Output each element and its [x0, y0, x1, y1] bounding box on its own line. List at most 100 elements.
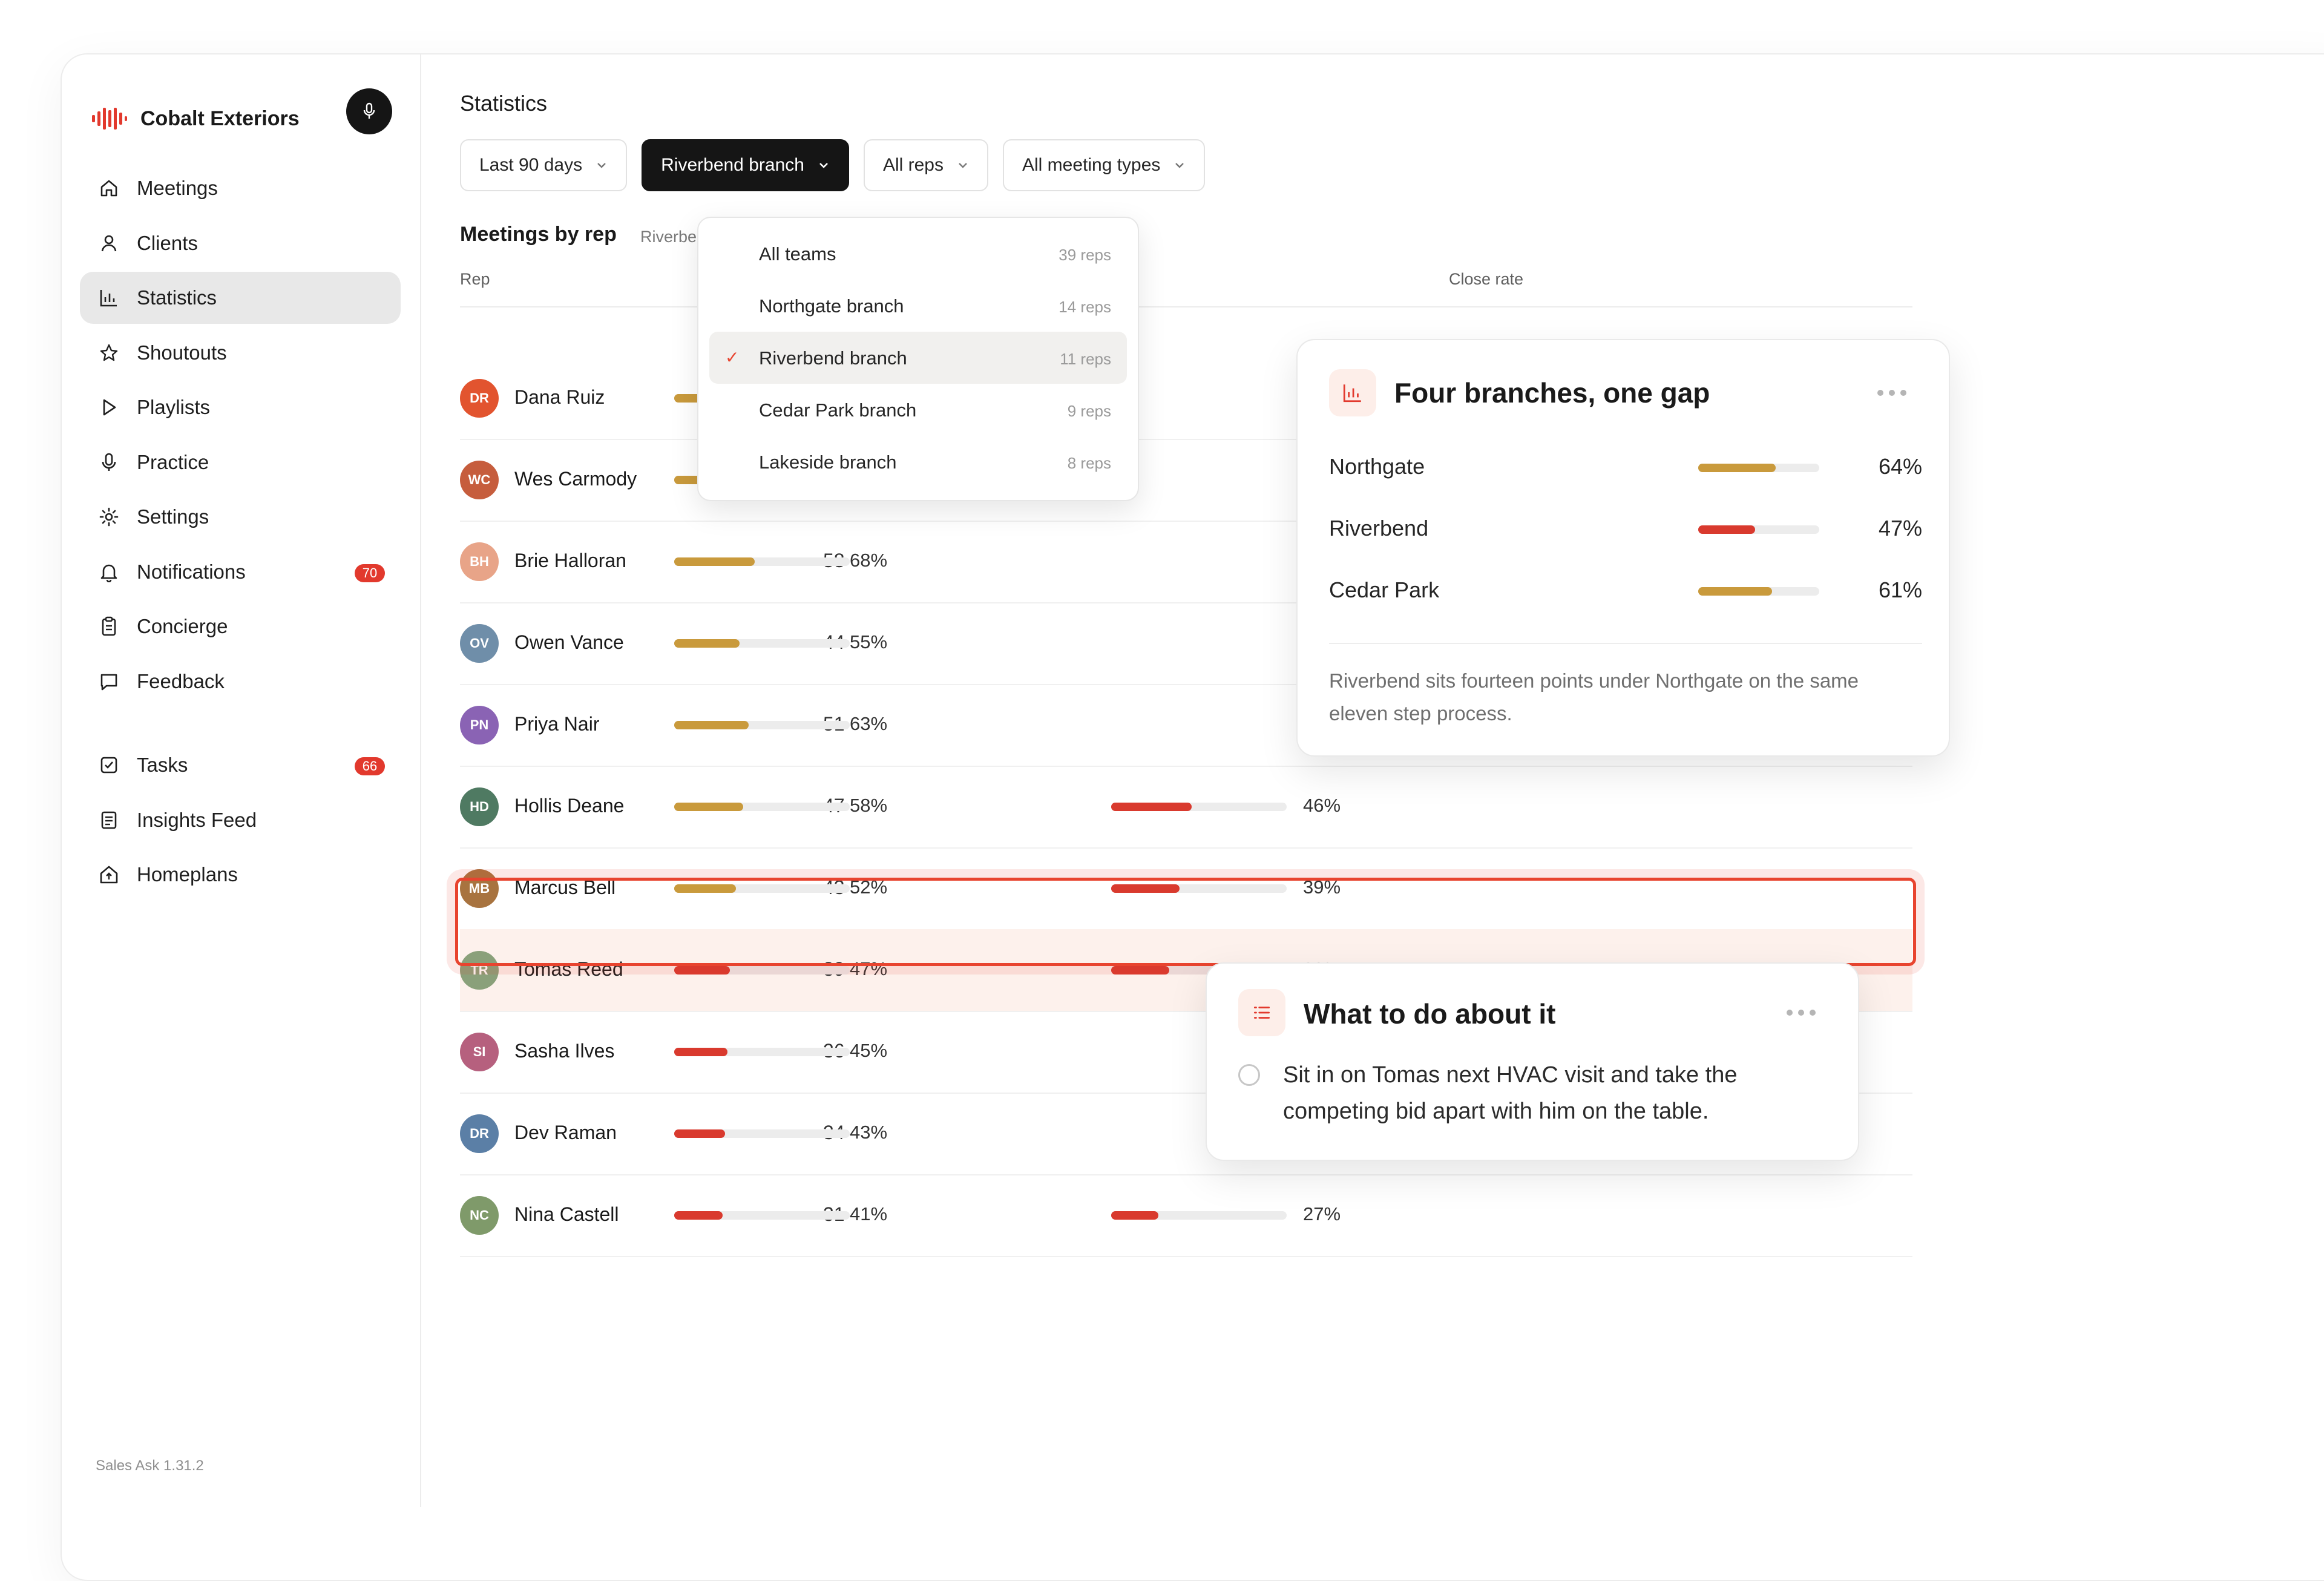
close-bar-fill: [1111, 1211, 1158, 1220]
step-bar-fill: [674, 639, 740, 648]
check-icon: ✓: [725, 348, 740, 367]
sidebar-item-label: Statistics: [137, 286, 217, 309]
step-bar-track: [674, 557, 850, 566]
sidebar-item-label: Meetings: [137, 177, 218, 199]
sidebar-item-label: Shoutouts: [137, 341, 227, 364]
insight-card: Four branches, one gap Northgate 64% Riv…: [1296, 339, 1950, 757]
avatar: NC: [460, 1196, 499, 1235]
branch-filter[interactable]: Riverbend branch: [642, 139, 849, 191]
step-bar-track: [674, 1211, 850, 1220]
branch-row-northgate: Northgate 64%: [1329, 448, 1922, 484]
option-count: 9 reps: [1067, 402, 1111, 420]
close-percent: 27%: [1303, 1203, 1341, 1224]
action-card: What to do about it Sit in on Tomas next…: [1206, 962, 1859, 1161]
step-percent: 43%: [850, 1122, 888, 1143]
dropdown-option-all-teams[interactable]: All teams 39 reps: [709, 228, 1127, 280]
meeting-type-filter[interactable]: All meeting types: [1002, 139, 1206, 191]
step-bar-track: [674, 1129, 850, 1138]
step-bar-fill: [674, 803, 743, 811]
brand[interactable]: Cobalt Exteriors: [91, 94, 300, 143]
option-count: 14 reps: [1059, 298, 1111, 316]
rep-name: Dev Raman: [514, 1122, 617, 1143]
avatar: PN: [460, 706, 499, 744]
dropdown-option-riverbend[interactable]: ✓ Riverbend branch 11 reps: [709, 332, 1127, 384]
notifications-badge: 70: [355, 564, 385, 582]
branch-bar-track: [1698, 587, 1819, 596]
card-divider: [1329, 643, 1922, 644]
step-bar-track: [674, 966, 850, 975]
date-range-filter[interactable]: Last 90 days: [460, 139, 628, 191]
reps-filter[interactable]: All reps: [863, 139, 988, 191]
sidebar-item-shoutouts[interactable]: Shoutouts: [80, 327, 401, 379]
insight-note: Riverbend sits fourteen points under Nor…: [1329, 669, 1859, 725]
sidebar-item-practice[interactable]: Practice: [80, 436, 401, 488]
table-row[interactable]: NCNina Castell3141%27%: [460, 1174, 1912, 1257]
rep-name: Nina Castell: [514, 1203, 619, 1225]
rep-name: Priya Nair: [514, 713, 600, 735]
sidebar-item-label: Feedback: [137, 669, 225, 692]
option-count: 11 reps: [1060, 350, 1111, 368]
checkbox-icon: [98, 754, 120, 776]
dropdown-option-northgate[interactable]: Northgate branch 14 reps: [709, 280, 1127, 332]
step-bar-fill: [674, 1048, 727, 1056]
bell-icon: [98, 561, 120, 583]
dropdown-option-lakeside[interactable]: Lakeside branch 8 reps: [709, 436, 1127, 488]
branch-bar-track: [1698, 464, 1819, 472]
sidebar-item-label: Settings: [137, 505, 209, 528]
list-icon: [1238, 989, 1285, 1036]
sidebar-item-tasks[interactable]: Tasks 66: [80, 739, 401, 791]
close-bar-track: [1111, 1211, 1287, 1220]
sidebar-item-label: Concierge: [137, 615, 228, 637]
sidebar-item-meetings[interactable]: Meetings: [80, 162, 401, 214]
option-label: Cedar Park branch: [759, 399, 917, 421]
sidebar-item-label: Playlists: [137, 396, 211, 418]
clipboard-icon: [98, 616, 120, 637]
more-options-icon[interactable]: [1787, 1010, 1821, 1016]
sidebar-item-feedback[interactable]: Feedback: [80, 656, 401, 708]
column-header-rep: Rep: [460, 270, 490, 288]
branch-bar-fill: [1698, 587, 1772, 596]
sidebar-item-homeplans[interactable]: Homeplans: [80, 849, 401, 901]
document-icon: [98, 809, 120, 831]
branch-row-cedar-park: Cedar Park 61%: [1329, 571, 1922, 608]
sidebar-item-notifications[interactable]: Notifications 70: [80, 546, 401, 598]
sidebar-item-insights-feed[interactable]: Insights Feed: [80, 794, 401, 846]
filter-bar: Last 90 days Riverbend branch All reps A…: [460, 139, 1219, 191]
avatar: WC: [460, 461, 499, 499]
app-window: Cobalt Exteriors Meetings Clients Statis…: [61, 53, 2324, 1581]
avatar: DR: [460, 379, 499, 418]
chevron-down-icon: [959, 163, 967, 168]
microphone-icon: [98, 452, 120, 473]
branch-name: Cedar Park: [1329, 577, 1440, 602]
dropdown-option-cedar-park[interactable]: Cedar Park branch 9 reps: [709, 384, 1127, 436]
brand-name: Cobalt Exteriors: [140, 107, 300, 130]
branch-bar-fill: [1698, 464, 1776, 472]
task-checkbox[interactable]: [1238, 1064, 1260, 1086]
filter-label: Riverbend branch: [661, 155, 804, 175]
nav-divider-space: [80, 710, 401, 739]
sidebar-item-settings[interactable]: Settings: [80, 491, 401, 543]
sidebar-item-concierge[interactable]: Concierge: [80, 600, 401, 652]
page-title: Statistics: [460, 91, 548, 116]
avatar: OV: [460, 624, 499, 663]
sidebar-item-label: Homeplans: [137, 863, 238, 886]
branch-dropdown-menu: All teams 39 reps Northgate branch 14 re…: [697, 217, 1139, 501]
step-bar-fill: [674, 1129, 725, 1138]
sidebar-item-clients[interactable]: Clients: [80, 217, 401, 269]
gear-icon: [98, 506, 120, 528]
step-bar-track: [674, 1048, 850, 1056]
close-bar-fill: [1111, 803, 1192, 811]
rep-name: Owen Vance: [514, 631, 624, 653]
table-row[interactable]: HDHollis Deane4758%46%: [460, 766, 1912, 849]
sidebar: Cobalt Exteriors Meetings Clients Statis…: [62, 54, 421, 1507]
section-title: Meetings by rep: [460, 223, 617, 246]
sidebar-item-playlists[interactable]: Playlists: [80, 381, 401, 433]
branch-name: Northgate: [1329, 454, 1425, 479]
highlighted-row-outline: [455, 878, 1916, 966]
more-options-icon[interactable]: [1877, 390, 1912, 396]
microphone-button[interactable]: [346, 88, 392, 134]
branch-percent: 47%: [1878, 516, 1922, 541]
action-card-title: What to do about it: [1304, 998, 1556, 1030]
branch-bar-track: [1698, 525, 1819, 534]
sidebar-item-statistics[interactable]: Statistics: [80, 272, 401, 324]
